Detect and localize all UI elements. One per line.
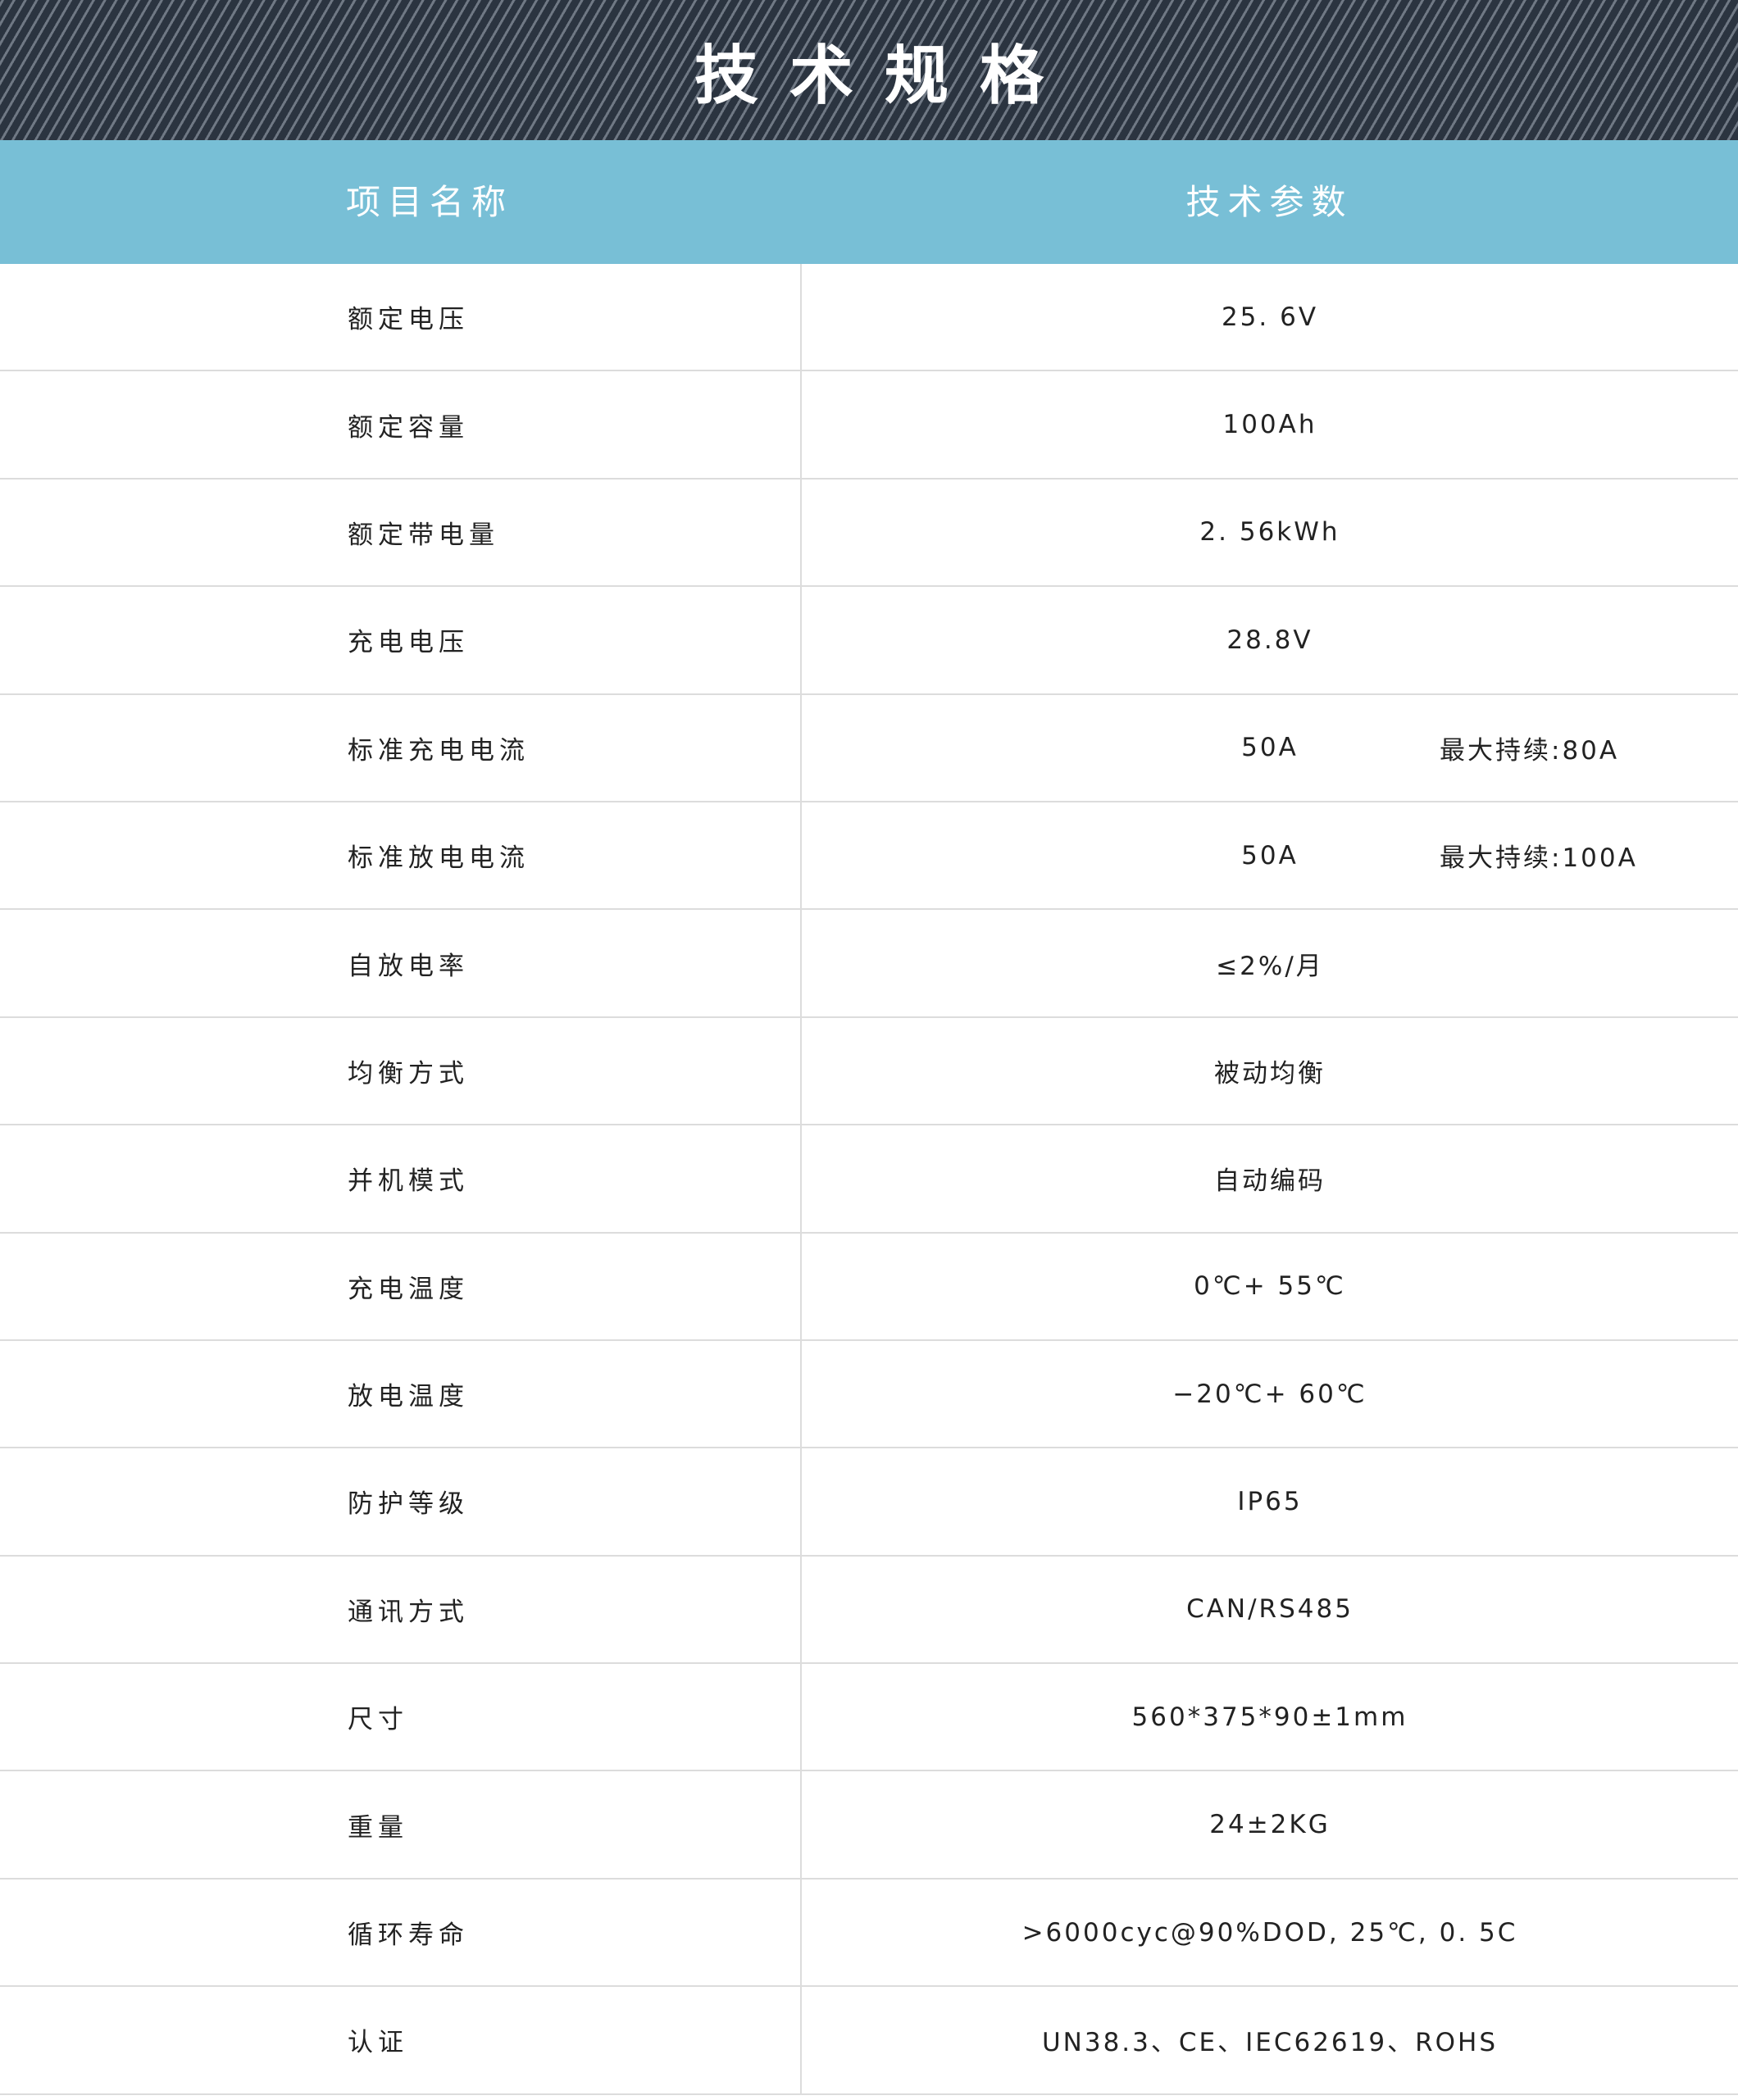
spec-name: 标准放电电流 <box>348 843 530 874</box>
spec-value: 自动编码 <box>1214 1166 1326 1197</box>
spec-value: 100Ah <box>1222 410 1317 440</box>
table-row: 放电温度 −20℃+ 60℃ <box>0 1340 1738 1449</box>
spec-name: 额定容量 <box>348 412 469 443</box>
spec-name: 自放电率 <box>348 951 469 981</box>
spec-name: 防护等级 <box>348 1489 469 1520</box>
spec-name: 放电温度 <box>348 1382 469 1412</box>
spec-name: 通讯方式 <box>348 1597 469 1627</box>
spec-table: 额定电压 25. 6V 额定容量 100Ah 额定带电量 2. 56kWh 充电电压 28.8… <box>0 264 1738 2095</box>
spec-value: UN38.3、CE、IEC62619、ROHS <box>1041 2028 1499 2058</box>
column-header-name: 项目名称 <box>346 182 514 222</box>
spec-name: 充电电压 <box>348 628 469 658</box>
spec-name: 充电温度 <box>348 1274 469 1304</box>
spec-value: >6000cyc@90%DOD, 25℃, 0. 5C <box>1021 1917 1518 1948</box>
table-row: 额定带电量 2. 56kWh <box>0 479 1738 588</box>
table-row: 防护等级 IP65 <box>0 1448 1738 1557</box>
spec-name: 标准充电电流 <box>348 735 530 766</box>
table-row: 认证 UN38.3、CE、IEC62619、ROHS <box>0 1987 1738 2095</box>
spec-value: 被动均衡 <box>1214 1058 1326 1089</box>
title-banner: 技术规格 <box>0 0 1738 140</box>
spec-value: CAN/RS485 <box>1186 1594 1354 1625</box>
spec-name: 重量 <box>348 1812 408 1843</box>
spec-value: 28.8V <box>1226 625 1313 655</box>
spec-extra: 最大持续:80A <box>1440 735 1620 766</box>
spec-name: 额定电压 <box>348 305 469 335</box>
spec-value: 25. 6V <box>1221 302 1319 332</box>
table-header: 项目名称 技术参数 <box>0 140 1738 264</box>
spec-value: 2. 56kWh <box>1199 517 1340 548</box>
page-title: 技术规格 <box>694 39 1075 113</box>
table-row: 标准充电电流 50A 最大持续:80A <box>0 694 1738 802</box>
spec-name: 尺寸 <box>348 1705 408 1735</box>
spec-value: ≤2%/月 <box>1216 951 1324 981</box>
spec-extra: 最大持续:100A <box>1440 843 1638 874</box>
table-row: 标准放电电流 50A 最大持续:100A <box>0 802 1738 911</box>
spec-value: 24±2KG <box>1209 1810 1331 1840</box>
spec-value: 0℃+ 55℃ <box>1194 1271 1346 1302</box>
spec-value: IP65 <box>1237 1486 1303 1516</box>
table-row: 均衡方式 被动均衡 <box>0 1017 1738 1126</box>
spec-name: 均衡方式 <box>348 1058 469 1089</box>
table-row: 充电电压 28.8V <box>0 587 1738 695</box>
spec-value: −20℃+ 60℃ <box>1172 1379 1367 1409</box>
table-row: 额定容量 100Ah <box>0 371 1738 480</box>
spec-name: 并机模式 <box>348 1166 469 1197</box>
column-header-param: 技术参数 <box>1185 182 1354 222</box>
table-row: 自放电率 ≤2%/月 <box>0 910 1738 1018</box>
table-row: 循环寿命 >6000cyc@90%DOD, 25℃, 0. 5C <box>0 1879 1738 1988</box>
spec-name: 循环寿命 <box>348 1920 469 1951</box>
spec-name: 认证 <box>348 2028 408 2058</box>
spec-value: 560*375*90±1mm <box>1131 1702 1408 1732</box>
table-row: 通讯方式 CAN/RS485 <box>0 1556 1738 1665</box>
table-row: 额定电压 25. 6V <box>0 264 1738 372</box>
table-row: 重量 24±2KG <box>0 1771 1738 1880</box>
table-row: 并机模式 自动编码 <box>0 1125 1738 1234</box>
spec-name: 额定带电量 <box>348 520 499 550</box>
table-row: 尺寸 560*375*90±1mm <box>0 1664 1738 1772</box>
table-row: 充电温度 0℃+ 55℃ <box>0 1233 1738 1341</box>
